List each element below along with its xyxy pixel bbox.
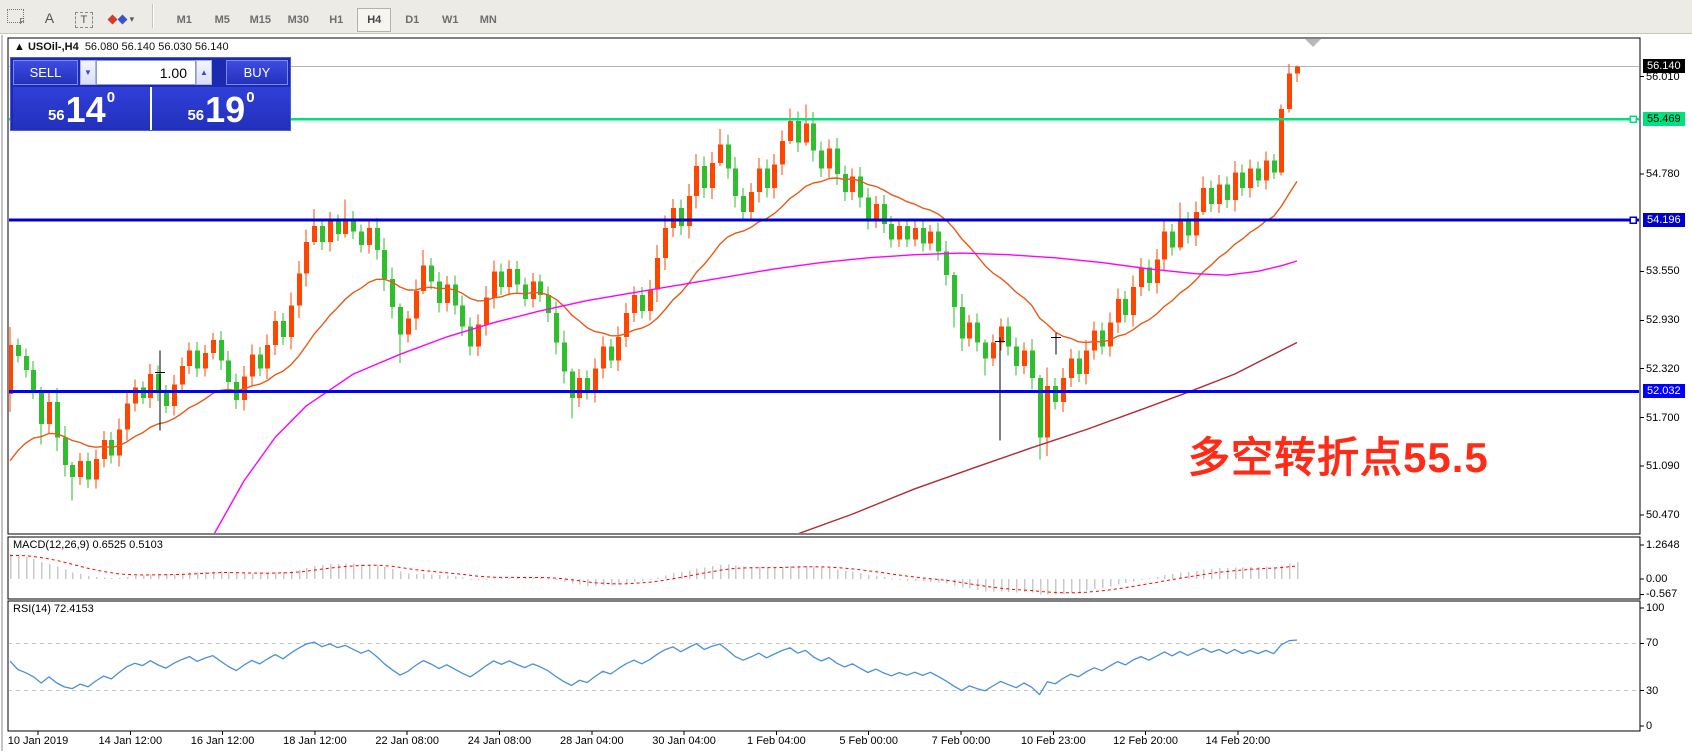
date-tick-label: 28 Jan 04:00 — [560, 735, 624, 747]
buy-price-display[interactable]: 56190 — [152, 87, 290, 130]
date-tick-label: 14 Jan 12:00 — [98, 735, 162, 747]
date-tick-label: 5 Feb 00:00 — [839, 735, 898, 747]
price-tick-label: 53.550 — [1646, 265, 1680, 277]
chart-shift-marker-icon[interactable] — [1305, 39, 1321, 47]
volume-increase-button[interactable]: ▲ — [196, 60, 212, 85]
volume-decrease-button[interactable]: ▼ — [80, 60, 96, 85]
collapse-arrow-icon[interactable]: ▲ — [14, 41, 25, 53]
one-click-trading-panel: SELL ▼ ▲ BUY 56140 56190 — [10, 57, 291, 131]
price-tick-label: 51.090 — [1646, 460, 1680, 472]
price-tick-label: 52.930 — [1646, 314, 1680, 326]
sell-button[interactable]: SELL — [13, 60, 78, 85]
price-line-badge: 56.140 — [1643, 59, 1685, 73]
macd-label: MACD(12,26,9) 0.6525 0.5103 — [13, 539, 163, 551]
date-tick-label: 30 Jan 04:00 — [652, 735, 716, 747]
date-tick-label: 14 Feb 20:00 — [1205, 735, 1270, 747]
date-tick-label: 18 Jan 12:00 — [283, 735, 347, 747]
rsi-tick-label: 100 — [1646, 602, 1664, 614]
symbol-quote-line: ▲ USOil-,H4 56.080 56.140 56.030 56.140 — [14, 41, 229, 53]
rsi-tick-label: 70 — [1646, 637, 1658, 649]
rsi-label: RSI(14) 72.4153 — [13, 603, 94, 615]
price-tick-label: 51.700 — [1646, 412, 1680, 424]
price-line-badge: 52.032 — [1643, 384, 1685, 398]
rsi-pane — [8, 640, 1640, 695]
date-tick-label: 1 Feb 04:00 — [747, 735, 806, 747]
date-tick-label: 22 Jan 08:00 — [375, 735, 439, 747]
price-tick-label: 50.470 — [1646, 509, 1680, 521]
macd-pane — [10, 553, 1299, 594]
macd-tick-label: 0.00 — [1646, 573, 1667, 585]
date-tick-label: 12 Feb 20:00 — [1113, 735, 1178, 747]
rsi-tick-label: 30 — [1646, 685, 1658, 697]
volume-input[interactable] — [96, 60, 196, 85]
ohlc-values: 56.080 56.140 56.030 56.140 — [85, 41, 229, 53]
macd-tick-label: 1.2648 — [1646, 539, 1680, 551]
sell-price-display[interactable]: 56140 — [13, 87, 152, 130]
price-tick-label: 52.320 — [1646, 363, 1680, 375]
symbol-name: USOil-,H4 — [28, 41, 79, 53]
rsi-tick-label: 0 — [1646, 720, 1652, 732]
date-tick-label: 24 Jan 08:00 — [468, 735, 532, 747]
price-line-badge: 54.196 — [1643, 213, 1685, 227]
buy-button[interactable]: BUY — [226, 60, 288, 85]
macd-tick-label: -0.567 — [1646, 588, 1677, 600]
mt4-terminal: F A T ▾ M1M5M15M30H1H4D1W1MN ▲ USOil-,H4… — [0, 0, 1692, 753]
chart-text-annotation: 多空转折点55.5 — [1188, 424, 1489, 485]
date-tick-label: 10 Feb 23:00 — [1021, 735, 1086, 747]
date-tick-label: 7 Feb 00:00 — [932, 735, 991, 747]
price-tick-label: 54.780 — [1646, 168, 1680, 180]
price-line-badge: 55.469 — [1643, 112, 1685, 126]
date-tick-label: 10 Jan 2019 — [8, 735, 69, 747]
date-tick-label: 16 Jan 12:00 — [191, 735, 255, 747]
